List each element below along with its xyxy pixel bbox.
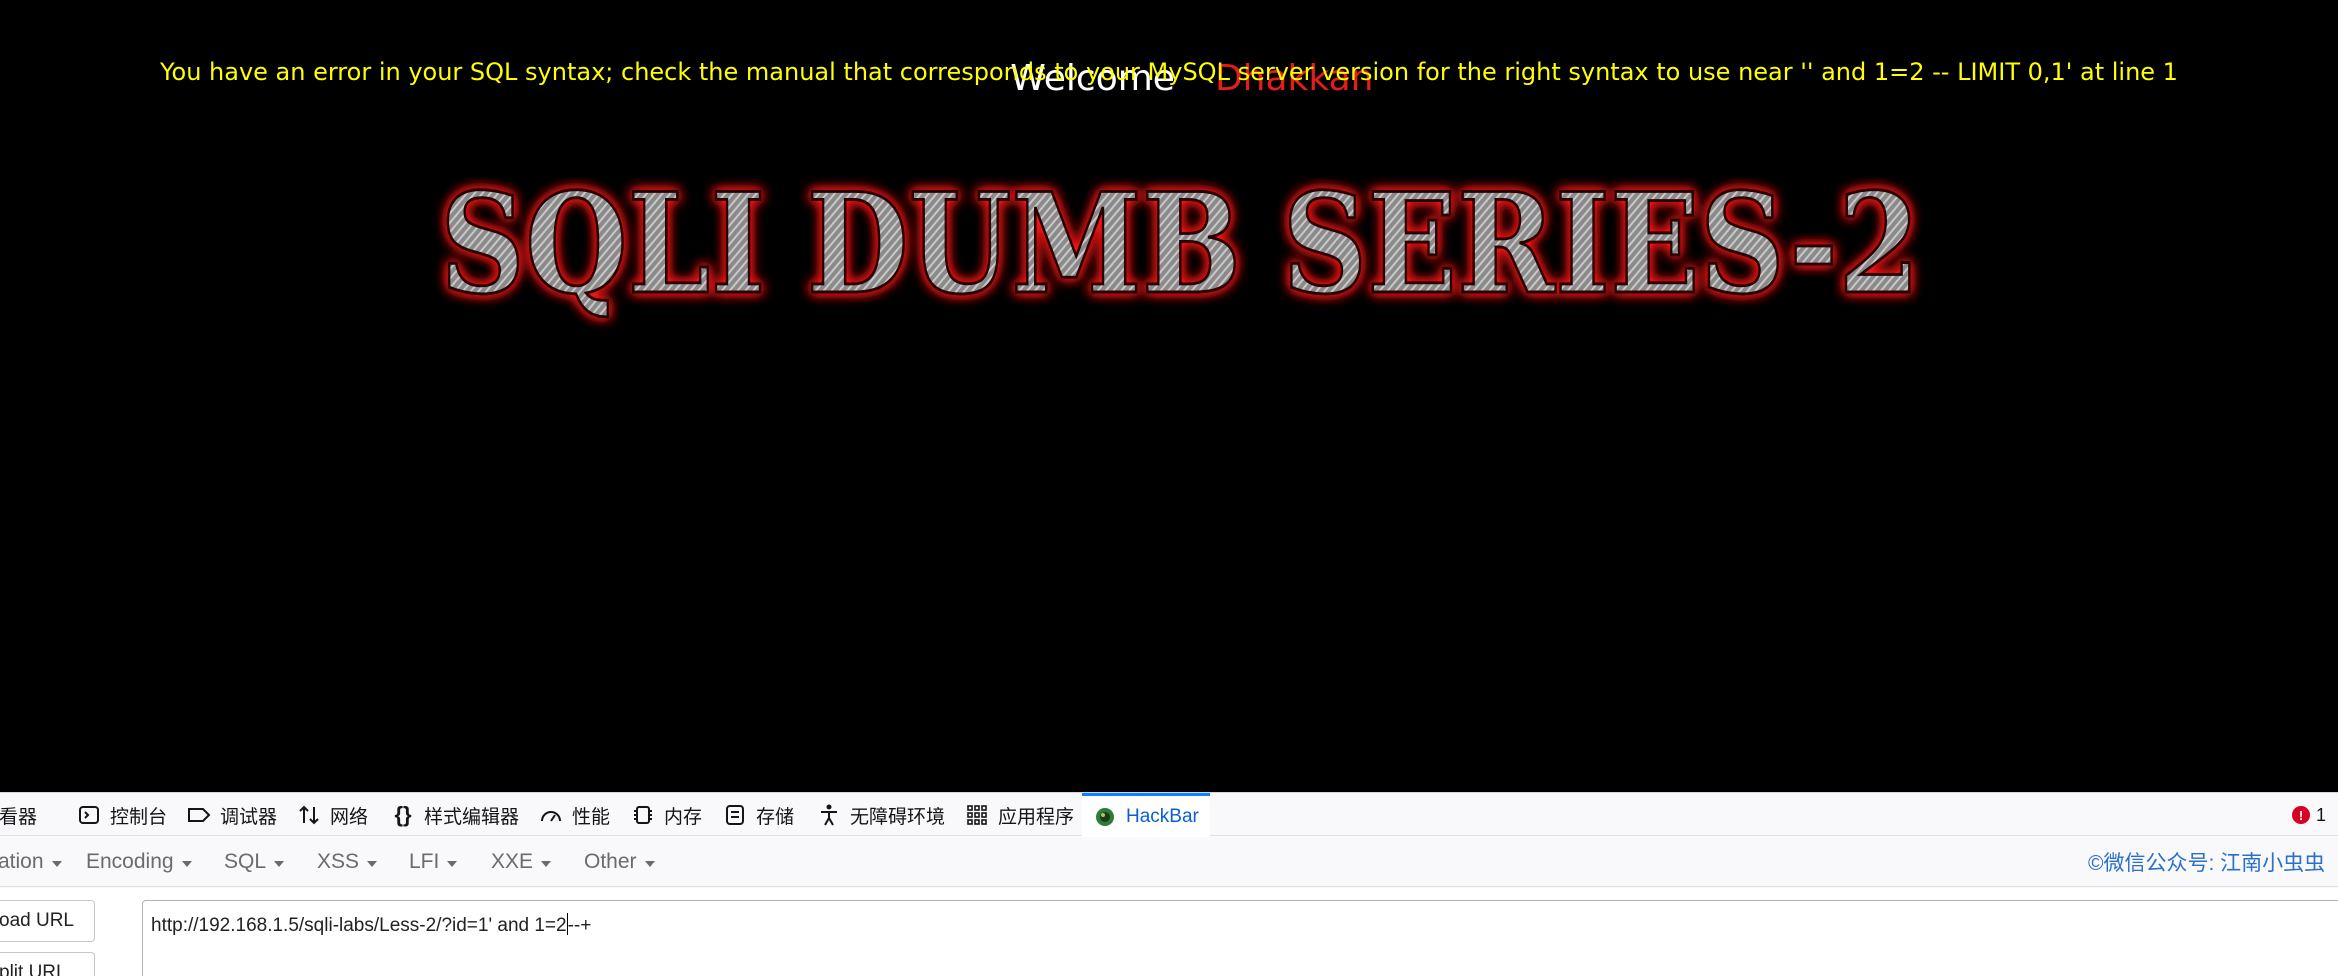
- menu-lfi[interactable]: LFI: [409, 837, 458, 887]
- devtools-tabbar: 查看器 控制台 调试器 网络 {} 样式编辑器: [0, 792, 2338, 837]
- split-url-button[interactable]: plit URL: [0, 952, 95, 976]
- wechat-credit: ©微信公众号: 江南小虫虫: [2088, 852, 2326, 875]
- menu-label: Other: [584, 850, 637, 873]
- chevron-down-icon: [541, 860, 552, 867]
- menu-xss[interactable]: XSS: [317, 837, 378, 887]
- tab-accessibility[interactable]: 无障碍环境: [816, 793, 945, 837]
- page-content: Welcome Dhakkan You have an error in your…: [0, 0, 2338, 792]
- storage-icon: [722, 802, 748, 828]
- tab-label: 样式编辑器: [424, 806, 520, 828]
- debugger-icon: [186, 802, 212, 828]
- tab-label: 应用程序: [998, 806, 1075, 828]
- url-text-after-cursor: --+: [567, 915, 592, 936]
- menu-label: LFI: [409, 850, 440, 873]
- menu-label: SQL: [224, 850, 267, 873]
- tab-label: HackBar: [1126, 805, 1199, 827]
- error-icon: !: [2291, 806, 2310, 824]
- tab-console[interactable]: 控制台: [76, 793, 167, 837]
- tab-label: 内存: [664, 806, 703, 828]
- tab-label: 查看器: [0, 806, 38, 828]
- hackbar-icon: [1092, 804, 1118, 830]
- menu-encoding[interactable]: Encoding: [86, 837, 192, 887]
- load-url-button[interactable]: oad URL: [0, 900, 95, 942]
- menu-label: ation: [0, 850, 44, 873]
- tab-hackbar[interactable]: HackBar: [1082, 793, 1210, 837]
- tab-network[interactable]: 网络: [296, 793, 368, 837]
- hackbar-menubar: ation Encoding SQL XSS LFI XXE Other ©微信…: [0, 837, 2338, 887]
- tab-label: 存储: [756, 806, 795, 828]
- menu-xxe[interactable]: XXE: [491, 837, 552, 887]
- chevron-down-icon: [447, 860, 458, 867]
- network-icon: [296, 802, 322, 828]
- performance-icon: [538, 802, 564, 828]
- chevron-down-icon: [274, 860, 285, 867]
- sqli-banner-logo: SQLI DUMB SERIES-2: [439, 161, 1922, 327]
- devtools-panel: 查看器 控制台 调试器 网络 {} 样式编辑器: [0, 792, 2338, 976]
- error-count: 1: [2315, 804, 2326, 825]
- chevron-down-icon: [181, 860, 192, 867]
- tab-label: 控制台: [110, 806, 168, 828]
- console-icon: [76, 802, 102, 828]
- url-text-before-cursor: http://192.168.1.5/sqli-labs/Less-2/?id=…: [151, 915, 567, 936]
- tab-label: 网络: [330, 806, 369, 828]
- menu-action[interactable]: ation: [0, 837, 62, 887]
- chevron-down-icon: [367, 860, 378, 867]
- menu-other[interactable]: Other: [584, 837, 655, 887]
- sql-error-message: You have an error in your SQL syntax; ch…: [160, 58, 2178, 86]
- menu-label: XXE: [491, 850, 534, 873]
- error-count-badge[interactable]: ! 1: [2291, 793, 2326, 837]
- tab-style-editor[interactable]: {} 样式编辑器: [390, 793, 519, 837]
- menu-label: Encoding: [86, 850, 174, 873]
- tab-debugger[interactable]: 调试器: [186, 793, 277, 837]
- style-editor-icon: {}: [394, 802, 412, 827]
- hackbar-body: oad URL plit URL http://192.168.1.5/sqli…: [0, 888, 2338, 976]
- chevron-down-icon: [51, 860, 62, 867]
- tab-inspector[interactable]: 查看器: [0, 793, 37, 837]
- tab-label: 调试器: [220, 806, 278, 828]
- url-textarea[interactable]: http://192.168.1.5/sqli-labs/Less-2/?id=…: [142, 900, 2338, 976]
- tab-label: 性能: [572, 806, 611, 828]
- memory-icon: [630, 802, 656, 828]
- banner-text: SQLI DUMB SERIES-2: [440, 162, 1920, 325]
- chevron-down-icon: [644, 860, 655, 867]
- tab-label: 无障碍环境: [850, 806, 946, 828]
- tab-application[interactable]: 应用程序: [964, 793, 1074, 837]
- tab-storage[interactable]: 存储: [722, 793, 794, 837]
- accessibility-icon: [816, 802, 842, 828]
- tab-memory[interactable]: 内存: [630, 793, 702, 837]
- application-icon: [964, 802, 990, 828]
- menu-label: XSS: [317, 850, 360, 873]
- menu-sql[interactable]: SQL: [224, 837, 285, 887]
- tab-performance[interactable]: 性能: [538, 793, 610, 837]
